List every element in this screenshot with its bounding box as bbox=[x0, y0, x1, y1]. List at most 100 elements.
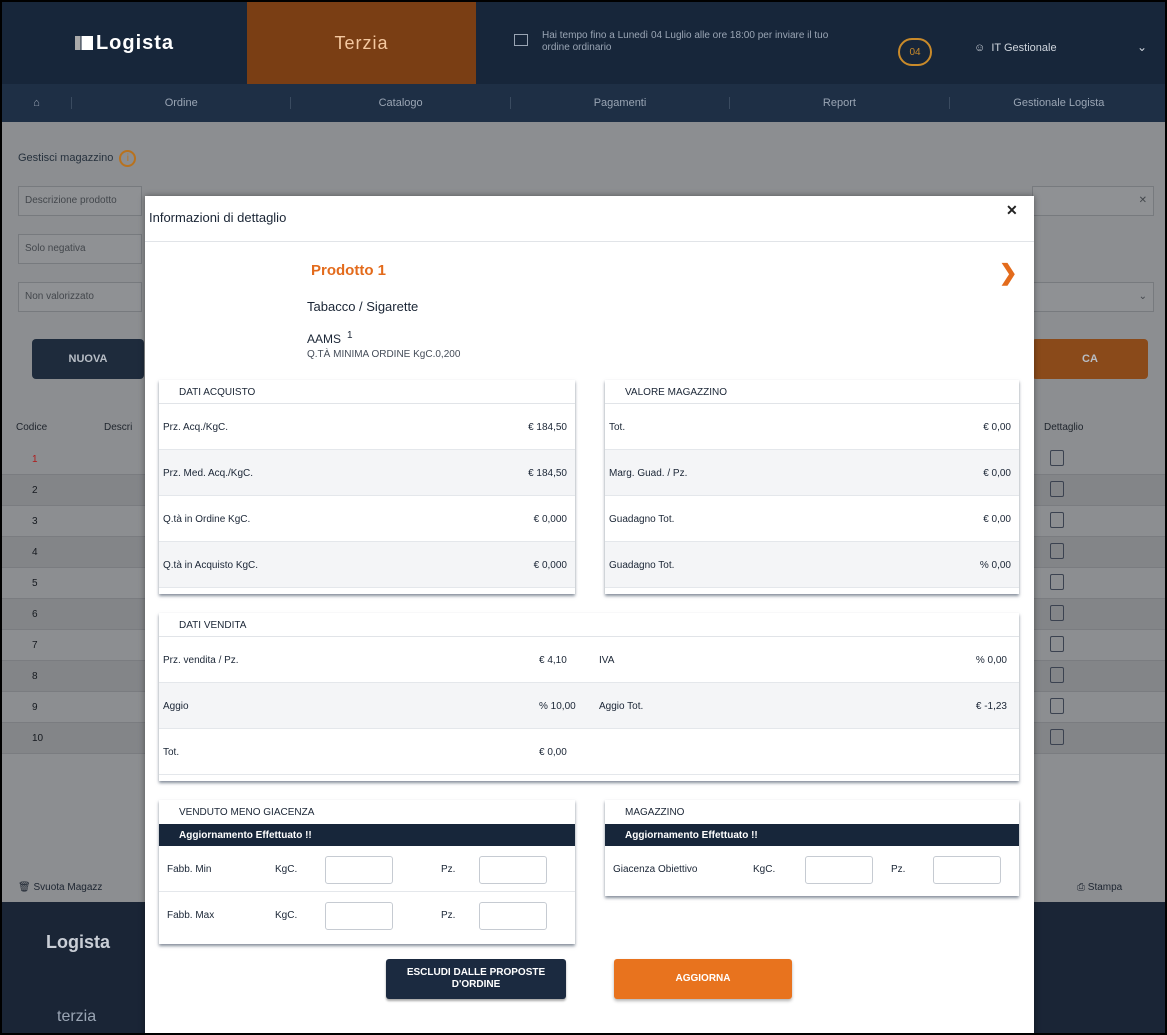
row-code: 1 bbox=[32, 454, 38, 465]
footer-logo: Logista bbox=[46, 932, 111, 952]
target-stock-kgc-input[interactable] bbox=[805, 856, 873, 884]
row-value: % 10,00 bbox=[539, 701, 576, 712]
order-deadline-notice: Hai tempo fino a Lunedì 04 Luglio alle o… bbox=[514, 30, 854, 54]
notification-badge[interactable]: 04 bbox=[898, 38, 932, 66]
row-label: Guadagno Tot. bbox=[609, 514, 675, 525]
detail-icon[interactable] bbox=[1050, 636, 1064, 652]
row-value: € 0,00 bbox=[983, 514, 1011, 525]
data-row: Prz. Med. Acq./KgC. € 184,50 bbox=[159, 450, 575, 496]
detail-icon[interactable] bbox=[1050, 605, 1064, 621]
value-filter[interactable]: Non valorizzato bbox=[18, 282, 142, 312]
divider bbox=[145, 241, 1034, 242]
update-button[interactable]: AGGIORNA bbox=[614, 959, 792, 999]
exclude-from-proposals-button[interactable]: ESCLUDI DALLE PROPOSTE D'ORDINE bbox=[386, 959, 566, 999]
data-row: Q.tà in Ordine KgC. € 0,000 bbox=[159, 496, 575, 542]
pz-input[interactable] bbox=[479, 902, 547, 930]
nav-pagamenti[interactable]: Pagamenti bbox=[511, 97, 731, 109]
detail-icon[interactable] bbox=[1050, 574, 1064, 590]
new-button[interactable]: NUOVA bbox=[32, 339, 144, 379]
row-label: Fabb. Max bbox=[167, 910, 215, 921]
row-value: € 184,50 bbox=[528, 468, 567, 479]
print-button[interactable]: ⎙ Stampa bbox=[1077, 882, 1122, 893]
row-label: Marg. Guad. / Pz. bbox=[609, 468, 688, 479]
data-row: Prz. Acq./KgC. € 184,50 bbox=[159, 404, 575, 450]
nav-ordine[interactable]: Ordine bbox=[72, 97, 292, 109]
row-code: 3 bbox=[32, 516, 38, 527]
target-stock-row: Giacenza Obiettivo KgC. Pz. bbox=[605, 846, 1019, 892]
data-row: Tot. € 0,00 bbox=[159, 729, 1019, 775]
detail-icon[interactable] bbox=[1050, 543, 1064, 559]
row-code: 9 bbox=[32, 702, 38, 713]
nav-gestionale[interactable]: Gestionale Logista bbox=[950, 97, 1165, 109]
unit-label: Pz. bbox=[441, 910, 456, 921]
target-stock-pz-input[interactable] bbox=[933, 856, 1001, 884]
detail-icon[interactable] bbox=[1050, 450, 1064, 466]
detail-icon[interactable] bbox=[1050, 481, 1064, 497]
sales-panel: DATI VENDITA Prz. vendita / Pz. € 4,10 IVA… bbox=[159, 613, 1019, 781]
chevron-down-icon[interactable]: ⌄ bbox=[1032, 282, 1154, 312]
terzia-logo[interactable]: Terzia bbox=[247, 2, 476, 84]
row-code: 6 bbox=[32, 609, 38, 620]
detail-icon[interactable] bbox=[1050, 667, 1064, 683]
pz-input[interactable] bbox=[479, 856, 547, 884]
data-row: Prz. vendita / Pz. € 4,10 IVA % 0,00 bbox=[159, 637, 1019, 683]
row-value-2: € -1,23 bbox=[975, 701, 1007, 712]
detail-icon[interactable] bbox=[1050, 512, 1064, 528]
detail-icon[interactable] bbox=[1050, 698, 1064, 714]
purchase-panel: DATI ACQUISTO Prz. Acq./KgC. € 184,50 Prz.… bbox=[159, 380, 575, 594]
home-icon[interactable]: ⌂ bbox=[2, 97, 72, 109]
row-label: Tot. bbox=[163, 747, 180, 758]
close-icon[interactable]: ✕ bbox=[1006, 202, 1018, 219]
row-label: Fabb. Min bbox=[167, 864, 212, 875]
kgc-input[interactable] bbox=[325, 856, 393, 884]
data-row: Marg. Guad. / Pz. € 0,00 bbox=[605, 450, 1019, 496]
data-row: Tot. € 0,00 bbox=[605, 404, 1019, 450]
min-order-qty: Q.TÀ MINIMA ORDINE KgC.0,200 bbox=[307, 349, 461, 360]
data-row: Guadagno Tot. € 0,00 bbox=[605, 496, 1019, 542]
nav-catalogo[interactable]: Catalogo bbox=[291, 97, 511, 109]
negative-filter[interactable]: Solo negativa bbox=[18, 234, 142, 264]
row-label: Guadagno Tot. bbox=[609, 560, 675, 571]
data-row: Guadagno Tot. % 0,00 bbox=[605, 542, 1019, 588]
main-nav: ⌂ Ordine Catalogo Pagamenti Report Gesti… bbox=[2, 84, 1165, 122]
row-value: € 184,50 bbox=[528, 422, 567, 433]
row-code: 5 bbox=[32, 578, 38, 589]
nav-report[interactable]: Report bbox=[730, 97, 950, 109]
data-row: Aggio % 10,00 Aggio Tot. € -1,23 bbox=[159, 683, 1019, 729]
user-menu[interactable]: ☺ IT Gestionale bbox=[974, 42, 1057, 54]
clear-icon[interactable]: ✕ bbox=[1032, 186, 1154, 216]
row-value: % 0,00 bbox=[979, 560, 1011, 571]
chevron-down-icon[interactable]: ⌄ bbox=[1137, 40, 1147, 54]
modal-title: Informazioni di dettaglio bbox=[149, 210, 287, 225]
info-icon[interactable]: i bbox=[119, 150, 137, 167]
fabb-row: Fabb. Max KgC. Pz. bbox=[159, 892, 575, 938]
product-name: Prodotto 1 bbox=[311, 262, 386, 279]
row-value: € 0,00 bbox=[983, 468, 1011, 479]
search-button[interactable]: CA bbox=[1032, 339, 1148, 379]
search-input[interactable]: Descrizione prodotto bbox=[18, 186, 142, 216]
update-status-bar: Aggiornamento Effettuato !! bbox=[605, 824, 1019, 846]
row-label: Prz. Acq./KgC. bbox=[163, 422, 229, 433]
row-value: € 4,10 bbox=[539, 655, 567, 666]
row-label: Q.tà in Ordine KgC. bbox=[163, 514, 251, 525]
chevron-right-icon[interactable]: ❯ bbox=[999, 260, 1017, 286]
stock-value-panel: VALORE MAGAZZINO Tot. € 0,00 Marg. Guad. /… bbox=[605, 380, 1019, 594]
kgc-input[interactable] bbox=[325, 902, 393, 930]
row-value-2: % 0,00 bbox=[975, 655, 1007, 666]
panel-title: DATI VENDITA bbox=[159, 613, 1019, 637]
product-category: Tabacco / Sigarette bbox=[307, 299, 419, 314]
row-code: 7 bbox=[32, 640, 38, 651]
aams-code: AAMS 1 bbox=[307, 330, 353, 346]
row-code: 2 bbox=[32, 485, 38, 496]
panel-title: MAGAZZINO bbox=[625, 807, 685, 818]
empty-warehouse-button[interactable]: 🗑 Svuota Magazz bbox=[18, 882, 102, 893]
logista-logo[interactable]: Logista bbox=[2, 2, 247, 84]
unit-label: Pz. bbox=[441, 864, 456, 875]
panel-title: VALORE MAGAZZINO bbox=[605, 380, 1019, 404]
detail-icon[interactable] bbox=[1050, 729, 1064, 745]
row-code: 10 bbox=[32, 733, 44, 744]
row-label-2: Aggio Tot. bbox=[599, 701, 644, 712]
fabb-row: Fabb. Min KgC. Pz. bbox=[159, 846, 575, 892]
row-value: € 0,00 bbox=[539, 747, 567, 758]
row-label: Prz. vendita / Pz. bbox=[163, 655, 239, 666]
